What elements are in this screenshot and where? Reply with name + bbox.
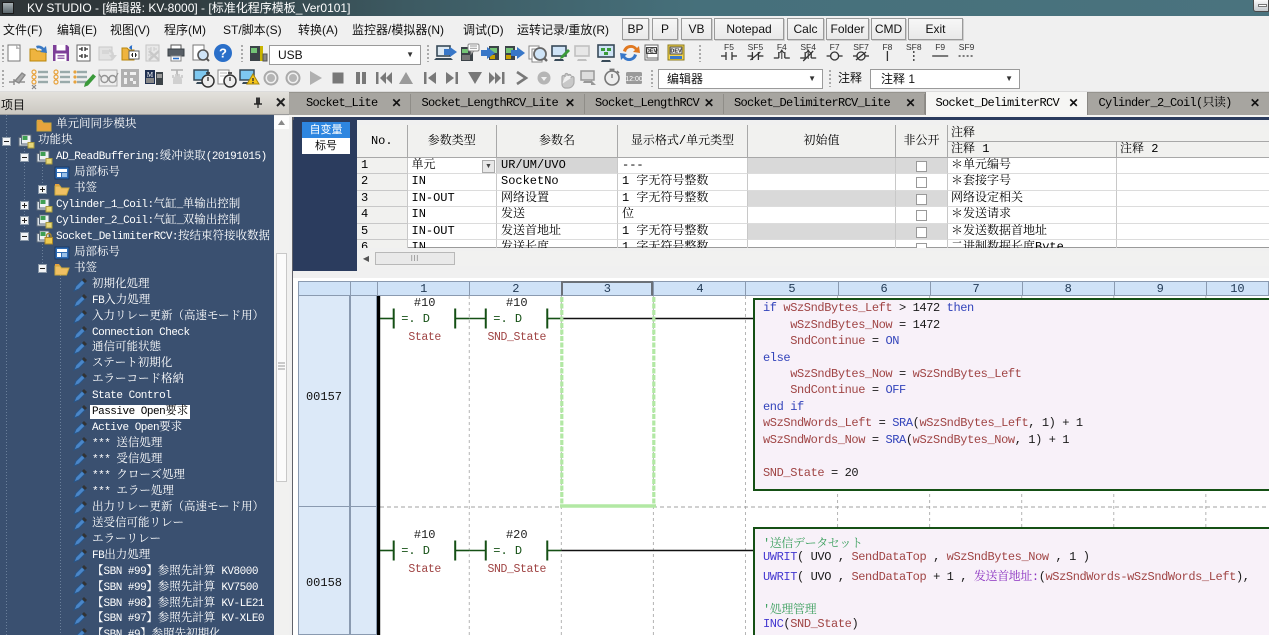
- svg-text:SF8: SF8: [906, 42, 922, 52]
- svg-text:F9: F9: [935, 42, 945, 52]
- svg-text:SF9: SF9: [959, 42, 975, 52]
- svg-text:DEV: DEV: [670, 48, 682, 54]
- svg-text:注释: 注释: [838, 70, 862, 85]
- svg-text:M: M: [147, 71, 154, 79]
- svg-text:12:00: 12:00: [625, 76, 643, 83]
- svg-text:F7: F7: [830, 42, 840, 52]
- svg-text:SF5: SF5: [748, 42, 764, 52]
- svg-text:DEV: DEV: [646, 49, 658, 55]
- svg-text:F8: F8: [882, 42, 892, 52]
- svg-text:SF7: SF7: [853, 42, 869, 52]
- svg-text:F5: F5: [724, 42, 734, 52]
- svg-text:?: ?: [219, 46, 227, 61]
